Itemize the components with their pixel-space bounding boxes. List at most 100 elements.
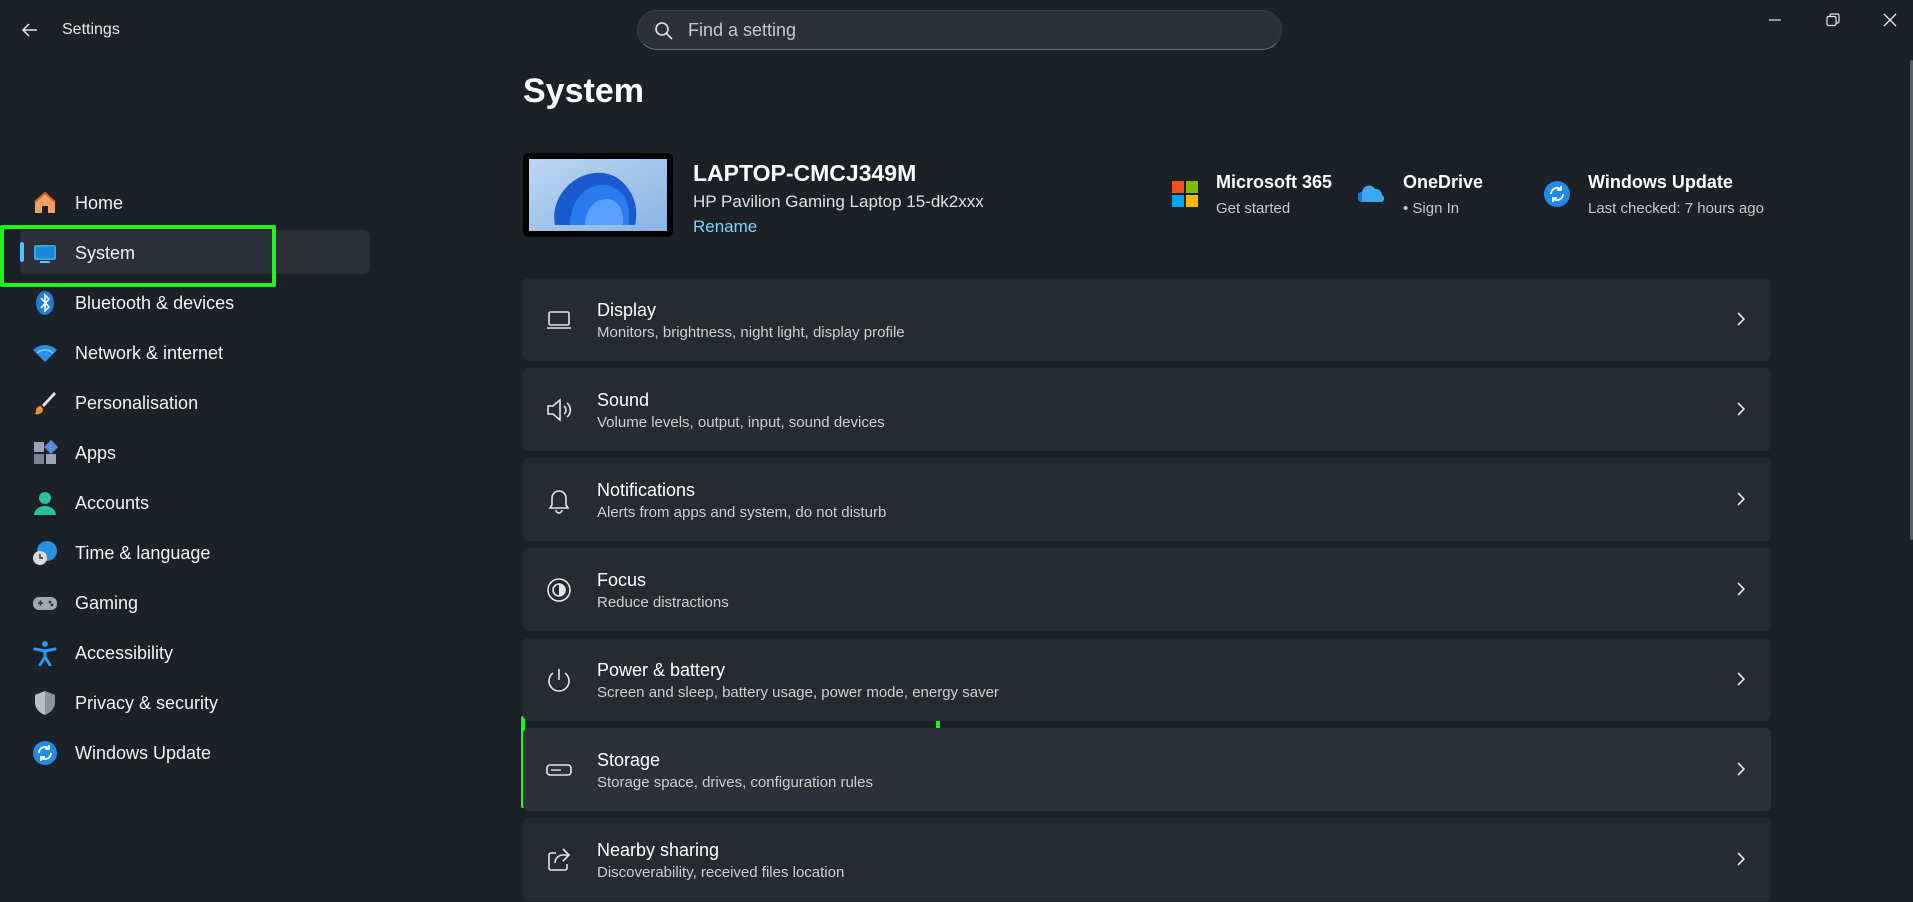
sidebar-item-windows-update[interactable]: Windows Update	[20, 730, 370, 774]
search-icon	[655, 22, 673, 40]
chevron-right-icon	[1737, 852, 1746, 866]
power-icon	[548, 669, 570, 692]
card-subtitle: Alerts from apps and system, do not dist…	[597, 504, 887, 521]
sidebar-item-label: Windows Update	[75, 743, 212, 763]
active-indicator	[20, 242, 24, 262]
gamepad-icon	[33, 597, 57, 610]
microsoft-365-icon	[1172, 181, 1198, 207]
wifi-icon	[33, 345, 57, 362]
sidebar-item-apps[interactable]: Apps	[20, 430, 370, 474]
card-subtitle: Volume levels, output, input, sound devi…	[597, 414, 885, 431]
onedrive-icon	[1358, 185, 1385, 202]
card-title: Display	[597, 300, 657, 320]
title-bar: Settings	[0, 0, 1913, 60]
sidebar-item-label: Network & internet	[75, 343, 224, 363]
sidebar-item-network[interactable]: Network & internet	[20, 330, 370, 374]
card-nearby-sharing[interactable]: Nearby sharing Discoverability, received…	[523, 818, 1771, 901]
system-icon	[34, 245, 56, 263]
windows-update-icon	[33, 741, 57, 765]
quick-link-subtitle: Last checked: 7 hours ago	[1588, 200, 1764, 217]
card-title: Sound	[597, 390, 650, 410]
card-sound[interactable]: Sound Volume levels, output, input, soun…	[523, 368, 1771, 451]
page-title: System	[523, 72, 644, 110]
storage-icon	[546, 764, 572, 776]
card-subtitle: Discoverability, received files location	[597, 864, 845, 881]
bluetooth-icon	[36, 291, 54, 315]
device-model: HP Pavilion Gaming Laptop 15-dk2xxx	[693, 192, 984, 211]
minimize-button[interactable]	[1752, 4, 1798, 36]
device-name: LAPTOP-CMCJ349M	[693, 160, 917, 186]
sidebar-item-bluetooth[interactable]: Bluetooth & devices	[20, 280, 370, 324]
sidebar-item-privacy-security[interactable]: Privacy & security	[20, 680, 370, 724]
search-input[interactable]	[688, 11, 1258, 49]
card-subtitle: Reduce distractions	[597, 594, 729, 611]
sidebar-item-label: Privacy & security	[75, 693, 219, 713]
chevron-right-icon	[1737, 672, 1746, 686]
quick-link-subtitle: Get started	[1216, 200, 1291, 217]
device-wallpaper-thumbnail	[523, 153, 673, 237]
focus-icon	[547, 578, 571, 602]
home-icon	[34, 191, 56, 213]
search-box[interactable]	[637, 10, 1282, 50]
restore-button[interactable]	[1810, 4, 1856, 36]
quick-link-title: Windows Update	[1588, 172, 1733, 192]
sidebar-item-label: Personalisation	[75, 393, 199, 413]
sidebar-item-label: System	[75, 243, 136, 263]
card-notifications[interactable]: Notifications Alerts from apps and syste…	[523, 458, 1771, 541]
rename-link[interactable]: Rename	[693, 217, 757, 237]
accessibility-icon	[33, 641, 57, 666]
card-subtitle: Storage space, drives, configuration rul…	[597, 774, 873, 791]
sidebar-item-label: Home	[75, 193, 124, 213]
sidebar-item-home[interactable]: Home	[20, 180, 370, 224]
wallpaper-image	[529, 159, 667, 231]
windows-update-icon	[1544, 181, 1570, 207]
chevron-right-icon	[1737, 402, 1746, 416]
card-title: Power & battery	[597, 660, 726, 680]
app-title: Settings	[62, 21, 120, 38]
close-icon	[1883, 13, 1897, 27]
sidebar-item-label: Time & language	[75, 543, 211, 563]
card-title: Focus	[597, 570, 647, 590]
minimize-icon	[1769, 19, 1781, 21]
back-button[interactable]	[14, 14, 46, 46]
apps-icon	[34, 440, 58, 464]
quick-link-title: Microsoft 365	[1216, 172, 1333, 192]
card-power-battery[interactable]: Power & battery Screen and sleep, batter…	[523, 638, 1771, 721]
brush-icon	[34, 392, 56, 415]
chevron-right-icon	[1737, 762, 1746, 776]
chevron-right-icon	[1737, 312, 1746, 326]
card-title: Notifications	[597, 480, 696, 500]
close-button[interactable]	[1867, 4, 1913, 36]
sidebar-item-label: Apps	[75, 443, 117, 463]
display-icon	[547, 311, 571, 329]
card-title: Storage	[597, 750, 661, 770]
time-language-icon	[33, 541, 57, 565]
bell-icon	[548, 490, 570, 514]
sidebar-item-personalisation[interactable]: Personalisation	[20, 380, 370, 424]
sidebar-item-label: Bluetooth & devices	[75, 293, 235, 313]
card-focus[interactable]: Focus Reduce distractions	[523, 548, 1771, 631]
sidebar-item-accounts[interactable]: Accounts	[20, 480, 370, 524]
sidebar-item-time-language[interactable]: Time & language	[20, 530, 370, 574]
card-subtitle: Monitors, brightness, night light, displ…	[597, 324, 905, 341]
sidebar-item-gaming[interactable]: Gaming	[20, 580, 370, 624]
card-storage[interactable]: Storage Storage space, drives, configura…	[523, 728, 1771, 811]
card-display[interactable]: Display Monitors, brightness, night ligh…	[523, 278, 1771, 361]
sidebar-item-label: Accessibility	[75, 643, 174, 663]
speaker-icon	[547, 398, 572, 422]
chevron-right-icon	[1737, 492, 1746, 506]
card-title: Nearby sharing	[597, 840, 720, 860]
sidebar-item-label: Gaming	[75, 593, 139, 613]
card-subtitle: Screen and sleep, battery usage, power m…	[597, 684, 999, 701]
sidebar-item-system[interactable]: System	[20, 230, 370, 274]
quick-link-title: OneDrive	[1403, 172, 1484, 192]
chevron-right-icon	[1737, 582, 1746, 596]
shield-icon	[35, 691, 55, 715]
restore-icon	[1826, 13, 1840, 27]
sidebar-item-accessibility[interactable]: Accessibility	[20, 630, 370, 674]
back-arrow-icon	[21, 23, 37, 37]
share-icon	[548, 848, 571, 871]
sidebar-item-label: Accounts	[75, 493, 150, 513]
quick-link-subtitle: • Sign In	[1403, 200, 1460, 217]
accounts-icon	[34, 492, 56, 515]
